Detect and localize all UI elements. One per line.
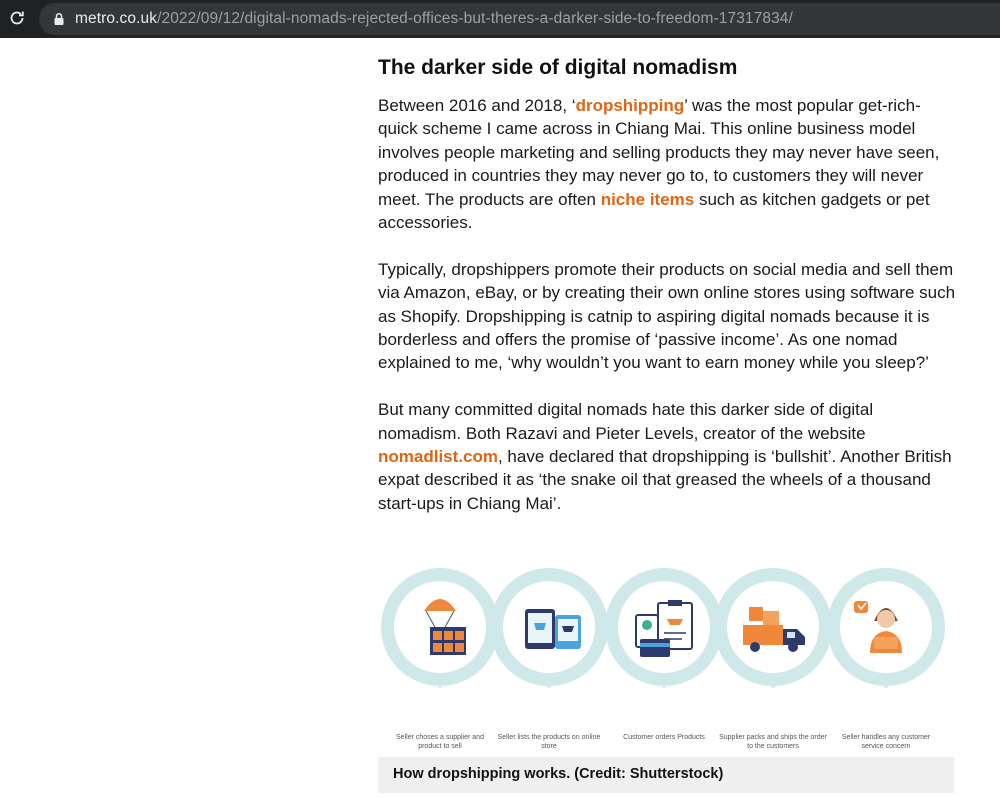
reload-icon[interactable] <box>7 8 27 28</box>
customer-service-icon <box>854 601 902 653</box>
step-pin-1 <box>429 675 451 689</box>
delivery-truck-icon <box>743 607 805 652</box>
step-number-4: 04 <box>728 631 737 640</box>
step-number-2: 02 <box>504 631 513 640</box>
url-path: /2022/09/12/digital-nomads-rejected-offi… <box>157 10 793 27</box>
online-store-icon <box>525 609 581 649</box>
paragraph-2: Typically, dropshippers promote their pr… <box>378 259 956 373</box>
step-circle-2 <box>490 568 608 686</box>
step-caption-3: Customer orders Products <box>623 734 705 741</box>
step-number-3: 03 <box>619 631 628 640</box>
dropshipping-infographic: 01 02 03 04 05 Seller choses a supplier … <box>378 565 954 757</box>
figure-caption: How dropshipping works. (Credit: Shutter… <box>378 757 954 793</box>
text-span: Between 2016 and 2018, ‘ <box>378 96 576 115</box>
step-illustration-3 <box>618 581 710 673</box>
lock-icon <box>52 12 66 26</box>
link-dropshipping[interactable]: dropshipping <box>576 96 685 115</box>
step-number-5: 05 <box>841 631 850 640</box>
url-text[interactable]: metro.co.uk/2022/09/12/digital-nomads-re… <box>75 10 793 28</box>
step-pin-5 <box>875 675 897 689</box>
step-illustration-2 <box>503 581 595 673</box>
order-clipboard-icon <box>635 600 693 657</box>
section-heading: The darker side of digital nomadism <box>378 56 738 79</box>
step-circle-5 <box>827 568 945 686</box>
address-bar[interactable]: metro.co.uk/2022/09/12/digital-nomads-re… <box>39 3 1000 35</box>
step-caption-4: Supplier packs and ships the order to th… <box>719 734 827 750</box>
step-pin-4 <box>762 675 784 689</box>
url-host: metro.co.uk <box>75 10 158 27</box>
text-span: But many committed digital nomads hate t… <box>378 400 874 443</box>
step-number-1: 01 <box>395 631 404 640</box>
step-circle-1 <box>381 568 499 686</box>
step-illustration-1 <box>394 581 486 673</box>
step-pin-2 <box>538 675 560 689</box>
step-pin-3 <box>653 675 675 689</box>
parachute-box-icon <box>424 599 466 655</box>
figure-caption-text: How dropshipping works. (Credit: Shutter… <box>393 766 724 782</box>
step-caption-1: Seller choses a supplier and product to … <box>396 734 484 750</box>
step-circle-4 <box>714 568 832 686</box>
step-caption-2: Seller lists the products on online stor… <box>497 734 601 750</box>
browser-toolbar: metro.co.uk/2022/09/12/digital-nomads-re… <box>0 0 1000 38</box>
step-caption-5: Seller handles any customer service conc… <box>841 734 931 750</box>
paragraph-1: Between 2016 and 2018, ‘dropshipping’ wa… <box>378 94 958 234</box>
step-illustration-5 <box>840 581 932 673</box>
step-illustration-4 <box>727 581 819 673</box>
link-niche-items[interactable]: niche items <box>601 190 695 209</box>
link-nomadlist[interactable]: nomadlist.com <box>378 447 498 466</box>
step-circle-3 <box>605 568 723 686</box>
paragraph-3: But many committed digital nomads hate t… <box>378 398 958 515</box>
article-body: The darker side of digital nomadism Betw… <box>378 54 958 539</box>
